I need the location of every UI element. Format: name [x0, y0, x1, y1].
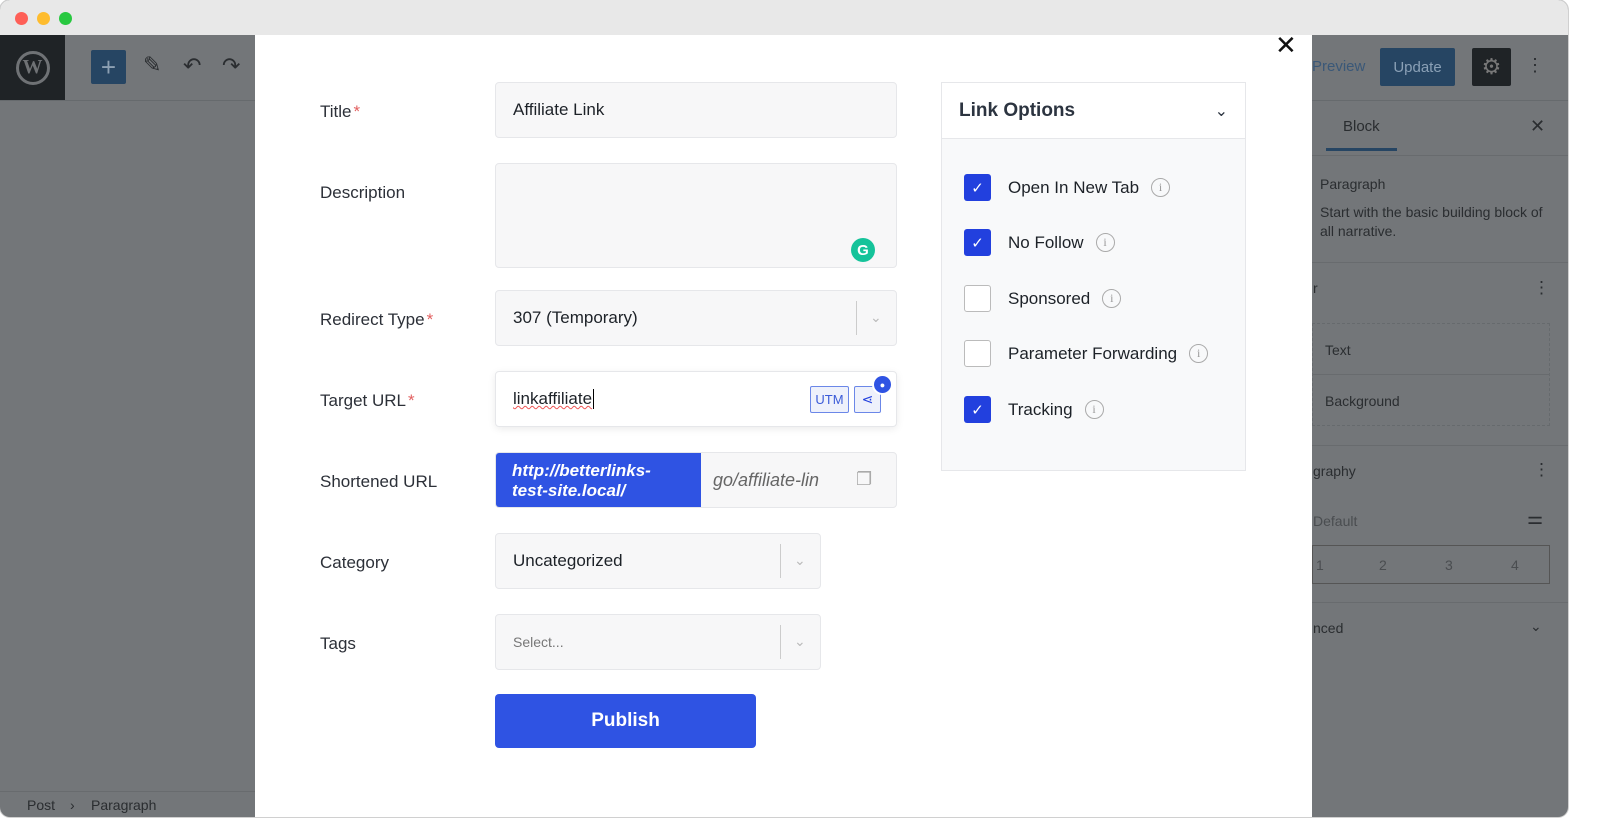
option-open-new-tab[interactable]: ✓ Open In New Tab i [964, 174, 1171, 201]
breadcrumb-post[interactable]: Post [27, 797, 55, 813]
title-label: Title * [320, 102, 361, 121]
target-url-value: linkaffiliate [513, 389, 593, 408]
plus-icon: + [100, 51, 117, 82]
category-label: Category [320, 553, 389, 572]
typography-panel-title[interactable]: graphy [1313, 463, 1356, 479]
add-block-button[interactable]: + [91, 50, 126, 84]
settings-button[interactable]: ⚙ [1472, 48, 1511, 86]
option-no-follow[interactable]: ✓ No Follow i [964, 229, 1115, 256]
redirect-type-select[interactable]: 307 (Temporary) ⌄ [495, 290, 897, 346]
redirect-type-label: Redirect Type * [320, 310, 434, 329]
more-options-icon[interactable]: ⋮ [1526, 55, 1544, 76]
grammarly-icon[interactable]: G [851, 238, 875, 262]
minimize-window-button[interactable] [37, 12, 50, 25]
shortened-url-prefix: http://betterlinks-test-site.local/ [496, 453, 701, 507]
category-select[interactable]: Uncategorized ⌄ [495, 533, 821, 589]
font-size-2[interactable]: 2 [1379, 557, 1387, 573]
share-icon: ⋖ [861, 391, 874, 407]
link-options-panel: Link Options ⌄ ✓ Open In New Tab i ✓ No Foll… [941, 82, 1246, 471]
description-label: Description [320, 183, 406, 202]
description-textarea[interactable] [495, 163, 897, 268]
font-size-value: Default [1313, 513, 1358, 529]
title-input[interactable]: Affiliate Link [495, 82, 897, 138]
tags-placeholder: Select... [513, 634, 564, 650]
option-tracking[interactable]: ✓ Tracking i [964, 396, 1104, 423]
link-options-title: Link Options [959, 99, 1076, 121]
tags-label: Tags [320, 634, 356, 653]
wordpress-logo[interactable]: W [0, 35, 65, 100]
tags-select[interactable]: Select... ⌄ [495, 614, 821, 670]
shortened-url-slug[interactable]: go/affiliate-lin [713, 470, 819, 491]
chevron-down-icon: ⌄ [870, 309, 882, 325]
pencil-icon[interactable]: ✎ [143, 52, 161, 78]
close-sidebar-icon[interactable]: ✕ [1530, 116, 1545, 137]
block-description: Start with the basic building block of a… [1320, 204, 1543, 239]
chevron-down-icon: ⌄ [794, 552, 806, 568]
category-value: Uncategorized [513, 551, 623, 570]
typography-options-icon[interactable]: ⋮ [1533, 460, 1550, 480]
gear-icon: ⚙ [1481, 54, 1502, 79]
font-size-picker[interactable]: 1 2 3 4 [1312, 545, 1550, 584]
redirect-type-value: 307 (Temporary) [513, 308, 638, 327]
update-button[interactable]: Update [1380, 48, 1455, 86]
utm-button[interactable]: UTM [810, 386, 849, 413]
maximize-window-button[interactable] [59, 12, 72, 25]
browser-window: W + ✎ ↶ ↷ Preview Update ⚙ ⋮ Block ✕ Par… [0, 0, 1568, 817]
option-sponsored[interactable]: Sponsored i [964, 285, 1122, 312]
block-name: Paragraph [1320, 176, 1386, 192]
checkbox-checked[interactable]: ✓ [964, 229, 991, 256]
close-modal-icon[interactable]: ✕ [1275, 30, 1297, 61]
copy-icon[interactable]: ❐ [856, 469, 872, 490]
checkbox-checked[interactable]: ✓ [964, 396, 991, 423]
info-icon[interactable]: i [1151, 178, 1171, 197]
font-size-3[interactable]: 3 [1445, 557, 1453, 573]
chevron-down-icon: ⌄ [794, 633, 806, 649]
breadcrumb-separator-icon: › [70, 797, 75, 813]
info-icon[interactable]: i [1084, 400, 1104, 419]
option-parameter-forwarding[interactable]: Parameter Forwarding i [964, 340, 1209, 367]
undo-icon[interactable]: ↶ [183, 53, 201, 79]
target-url-label: Target URL * [320, 391, 415, 410]
checkbox-unchecked[interactable] [964, 340, 991, 367]
info-icon[interactable]: i [1102, 289, 1122, 308]
close-window-button[interactable] [15, 12, 28, 25]
shortened-url-label: Shortened URL [320, 472, 438, 491]
advanced-panel-title[interactable]: nced [1313, 620, 1343, 636]
redo-icon[interactable]: ↷ [222, 53, 240, 79]
font-size-1[interactable]: 1 [1316, 557, 1324, 573]
checkbox-unchecked[interactable] [964, 285, 991, 312]
publish-button[interactable]: Publish [495, 694, 756, 748]
color-item-background[interactable]: Background [1325, 393, 1400, 409]
chevron-down-icon[interactable]: ⌄ [1530, 618, 1542, 635]
color-options-icon[interactable]: ⋮ [1533, 278, 1550, 298]
info-icon[interactable]: i [1189, 344, 1209, 363]
color-item-text[interactable]: Text [1325, 342, 1351, 358]
link-options-header[interactable]: Link Options ⌄ [942, 83, 1245, 139]
wordpress-icon: W [15, 50, 50, 85]
color-panel-title[interactable]: r [1313, 280, 1318, 296]
checkbox-checked[interactable]: ✓ [964, 174, 991, 201]
font-size-4[interactable]: 4 [1511, 557, 1519, 573]
shortened-url-field: http://betterlinks-test-site.local/ go/a… [495, 452, 897, 508]
tab-block[interactable]: Block [1343, 118, 1380, 135]
preview-button[interactable]: Preview [1312, 58, 1365, 75]
title-bar [0, 0, 1568, 35]
breadcrumb-paragraph[interactable]: Paragraph [91, 797, 156, 813]
chevron-down-icon: ⌄ [1214, 102, 1228, 120]
sliders-icon[interactable]: ⚌ [1527, 508, 1543, 529]
info-icon[interactable]: i [1095, 233, 1115, 252]
lock-badge-icon: ● [872, 374, 893, 395]
